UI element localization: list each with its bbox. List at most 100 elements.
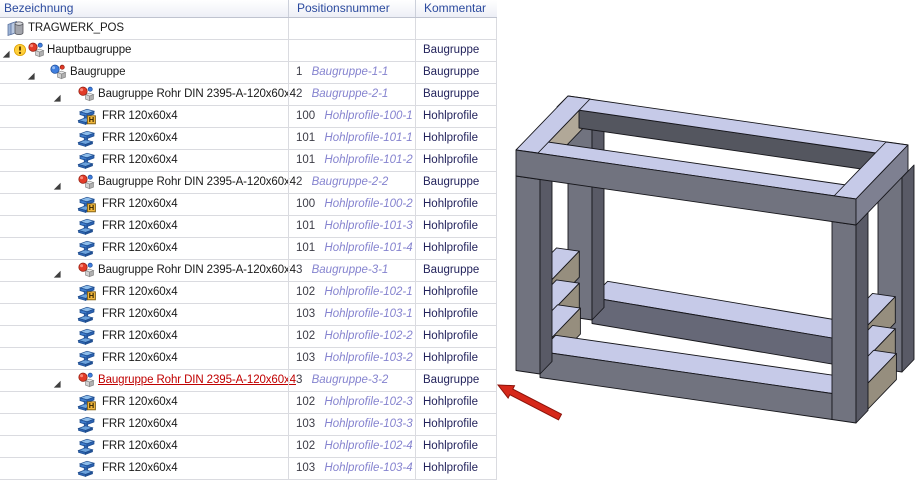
tree-row[interactable]: H FRR 120x60x4 100 Hohlprofile-100-2 Hoh… [0,194,497,216]
svg-text:H: H [89,115,94,124]
position-number: 100 [296,198,316,210]
assembly-red-icon [78,86,95,107]
warning-icon [13,43,27,57]
position-cell: 103 Hohlprofile-103-4 [289,462,414,474]
instance-name: Baugruppe-1-1 [311,66,389,78]
tree-row[interactable]: FRR 120x60x4 102 Hohlprofile-102-2 Hohlp… [0,326,497,348]
comment-cell: Hohlprofile [423,198,478,210]
item-label: FRR 120x60x4 [102,110,178,122]
position-number: 3 [296,264,303,276]
comment-cell: Hohlprofile [423,110,478,122]
item-label: FRR 120x60x4 [102,220,178,232]
position-number: 1 [296,66,303,78]
position-number: 103 [296,308,316,320]
position-number: 100 [296,110,316,122]
tree-row[interactable]: FRR 120x60x4 101 Hohlprofile-101-4 Hohlp… [0,238,497,260]
item-label: FRR 120x60x4 [102,308,178,320]
frame-model-view [496,95,915,424]
item-label: FRR 120x60x4 [102,352,178,364]
expander-icon[interactable] [53,376,62,388]
column-header-positionsnummer[interactable]: Positionsnummer [288,0,415,17]
position-number: 101 [296,242,316,254]
position-cell: 3 Baugruppe-3-2 [289,374,414,386]
column-header-bezeichnung[interactable]: Bezeichnung [0,0,288,17]
beam-profile-icon [76,240,97,262]
comment-cell: Baugruppe [423,44,480,56]
tree-row[interactable]: Baugruppe Rohr DIN 2395-A-120x60x4 2 Bau… [0,84,497,106]
beam-profile-icon [76,130,97,152]
item-label: FRR 120x60x4 [102,462,178,474]
tree-row[interactable]: FRR 120x60x4 103 Hohlprofile-103-2 Hohlp… [0,348,497,370]
instance-name: Baugruppe-3-2 [311,374,389,386]
item-label: FRR 120x60x4 [102,154,178,166]
tree-row[interactable]: FRR 120x60x4 102 Hohlprofile-102-4 Hohlp… [0,436,497,458]
position-number: 102 [296,330,316,342]
tree-row[interactable]: FRR 120x60x4 101 Hohlprofile-101-3 Hohlp… [0,216,497,238]
column-divider [288,18,289,480]
expander-icon[interactable] [27,68,36,80]
comment-cell: Hohlprofile [423,396,478,408]
tree-row[interactable]: Hauptbaugruppe Baugruppe [0,40,497,62]
position-cell: 102 Hohlprofile-102-1 [289,286,414,298]
tree-row[interactable]: Baugruppe Rohr DIN 2395-A-120x60x4 3 Bau… [0,260,497,282]
expander-icon[interactable] [53,90,62,102]
position-cell: 101 Hohlprofile-101-2 [289,154,414,166]
position-cell: 3 Baugruppe-3-1 [289,264,414,276]
expander-icon[interactable] [53,266,62,278]
position-cell [289,22,414,34]
tree-row[interactable]: H FRR 120x60x4 100 Hohlprofile-100-1 Hoh… [0,106,497,128]
item-label: FRR 120x60x4 [102,132,178,144]
comment-cell: Hohlprofile [423,242,478,254]
assembly-red-icon [78,262,95,283]
item-label: TRAGWERK_POS [28,22,124,34]
item-label: FRR 120x60x4 [102,440,178,452]
tree-row[interactable]: Baugruppe 1 Baugruppe-1-1 Baugruppe [0,62,497,84]
expander-icon[interactable] [2,46,11,58]
position-cell: 100 Hohlprofile-100-2 [289,198,414,210]
item-label: FRR 120x60x4 [102,330,178,342]
instance-name: Hohlprofile-101-3 [324,220,413,232]
position-number: 101 [296,132,316,144]
tree-row[interactable]: FRR 120x60x4 103 Hohlprofile-103-3 Hohlp… [0,414,497,436]
position-cell: 2 Baugruppe-2-1 [289,88,414,100]
item-label: Baugruppe Rohr DIN 2395-A-120x60x4 [98,176,296,188]
tree-row[interactable]: FRR 120x60x4 103 Hohlprofile-103-4 Hohlp… [0,458,497,480]
position-number: 102 [296,396,316,408]
assembly-blue-icon [50,64,67,85]
tree-row[interactable]: FRR 120x60x4 103 Hohlprofile-103-1 Hohlp… [0,304,497,326]
position-number: 2 [296,88,303,100]
beam-profile-icon [76,416,97,438]
comment-cell: Hohlprofile [423,154,478,166]
item-label: Baugruppe Rohr DIN 2395-A-120x60x4 [98,374,296,386]
item-label: FRR 120x60x4 [102,198,178,210]
position-cell: 2 Baugruppe-2-2 [289,176,414,188]
3d-viewport[interactable] [496,0,924,480]
position-cell [289,44,414,56]
tree-row[interactable]: FRR 120x60x4 101 Hohlprofile-101-1 Hohlp… [0,128,497,150]
tree-row[interactable]: Baugruppe Rohr DIN 2395-A-120x60x4 2 Bau… [0,172,497,194]
position-number: 101 [296,154,316,166]
expander-icon[interactable] [53,178,62,190]
comment-cell: Hohlprofile [423,462,478,474]
svg-text:H: H [89,203,94,212]
tree-row[interactable]: TRAGWERK_POS [0,18,497,40]
frame-member-face [539,166,553,375]
tree-row[interactable]: FRR 120x60x4 101 Hohlprofile-101-2 Hohlp… [0,150,497,172]
table-header: Bezeichnung Positionsnummer Kommentar [0,0,497,18]
instance-name: Hohlprofile-102-3 [324,396,413,408]
tree-row[interactable]: Baugruppe Rohr DIN 2395-A-120x60x4 3 Bau… [0,370,497,392]
bom-structure-window: Bezeichnung Positionsnummer Kommentar TR… [0,0,924,480]
comment-cell: Baugruppe [423,374,480,386]
comment-cell: Baugruppe [423,176,480,188]
instance-name: Hohlprofile-101-2 [324,154,413,166]
parts-library-icon [7,20,25,41]
tree-row[interactable]: H FRR 120x60x4 102 Hohlprofile-102-3 Hoh… [0,392,497,414]
beam-profile-h-icon: H [76,394,97,416]
beam-profile-h-icon: H [76,196,97,218]
frame-member-face [591,112,605,321]
comment-cell: Baugruppe [423,66,480,78]
column-header-kommentar[interactable]: Kommentar [415,0,497,17]
tree-row[interactable]: H FRR 120x60x4 102 Hohlprofile-102-1 Hoh… [0,282,497,304]
position-cell: 101 Hohlprofile-101-1 [289,132,414,144]
tree-rows: TRAGWERK_POS Hauptbaugruppe Baugruppe Ba… [0,18,497,480]
